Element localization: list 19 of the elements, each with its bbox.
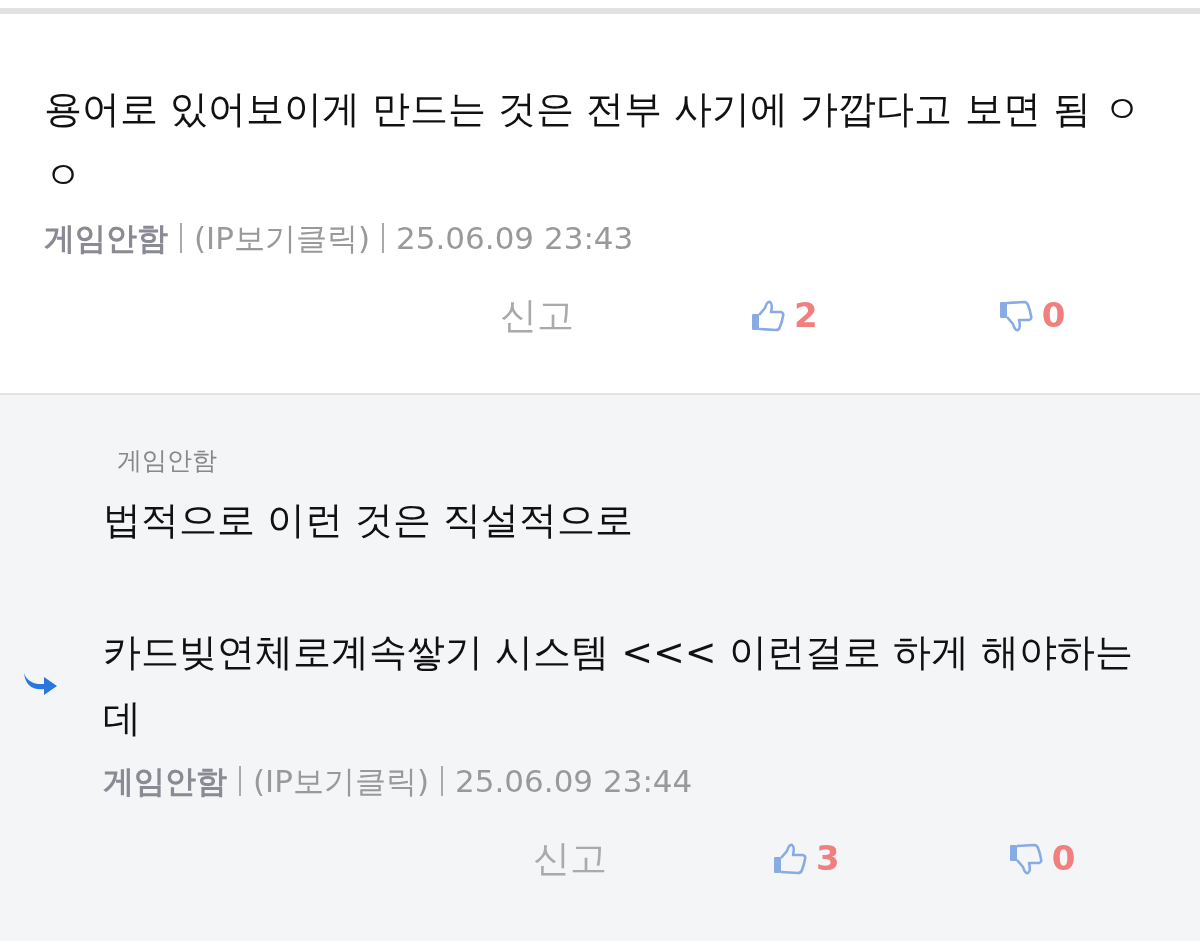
timestamp: 25.06.09 23:44 bbox=[455, 762, 693, 801]
dislike-count: 0 bbox=[1041, 294, 1066, 337]
dislike-button[interactable]: 0 bbox=[1007, 833, 1076, 884]
author-name: 게임안함 bbox=[44, 219, 168, 258]
timestamp: 25.06.09 23:43 bbox=[396, 219, 634, 258]
like-button[interactable]: 3 bbox=[772, 833, 840, 884]
dislike-count: 0 bbox=[1051, 837, 1076, 880]
like-count: 2 bbox=[794, 294, 818, 337]
reply-to-name: 게임안함 bbox=[116, 445, 218, 477]
report-button[interactable]: 신고 bbox=[533, 834, 607, 883]
ip-link[interactable]: (IP보기클릭) bbox=[253, 759, 430, 803]
like-button[interactable]: 2 bbox=[750, 290, 818, 341]
like-count: 3 bbox=[816, 837, 840, 880]
dislike-button[interactable]: 0 bbox=[997, 290, 1066, 341]
comment-text: 법적으로 이런 것은 직설적으로 카드빚연체로계속쌓기 시스템 <<< 이런걸로 하게 해야하는데 bbox=[103, 498, 1133, 740]
author-name: 게임안함 bbox=[103, 762, 227, 801]
report-button[interactable]: 신고 bbox=[500, 291, 574, 340]
comment-text: 용어로 있어보이게 만드는 것은 전부 사기에 가깝다고 보면 됨 ㅇㅇ bbox=[44, 87, 1141, 197]
ip-link[interactable]: (IP보기클릭) bbox=[194, 216, 371, 260]
